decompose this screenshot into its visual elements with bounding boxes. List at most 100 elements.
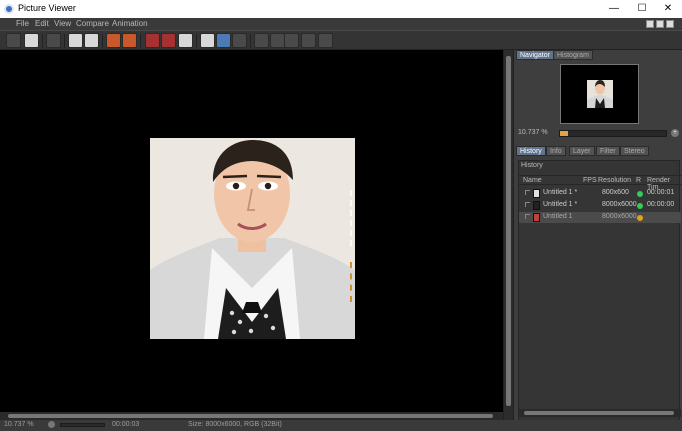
zoom-plus-icon[interactable]: + [671, 129, 679, 137]
film-strip-icon[interactable] [46, 33, 61, 48]
panel-icon[interactable] [656, 20, 664, 28]
history-thumb-icon [533, 213, 540, 222]
status-bar: 10.737 % 00:00:03 Size: 8000x6000, RGB (… [0, 420, 682, 431]
split-icon[interactable] [232, 33, 247, 48]
horizontal-scroll-thumb[interactable] [8, 414, 493, 418]
history-resolution: 8000x6000 [602, 201, 637, 208]
tab-navigator[interactable]: Navigator [516, 50, 554, 60]
tab-filter[interactable]: Filter [596, 146, 620, 156]
color-wheel-icon[interactable] [178, 33, 193, 48]
menu-compare[interactable]: Compare [76, 19, 109, 28]
history-panel: History Name FPS Resolution R Render Tim… [518, 160, 681, 426]
history-thumb-icon [533, 201, 540, 210]
history-scrollbar[interactable] [519, 409, 681, 417]
menu-animation[interactable]: Animation [112, 19, 148, 28]
channels-icon[interactable] [318, 33, 333, 48]
b-red-icon[interactable] [270, 33, 285, 48]
toolbar-divider [42, 34, 43, 48]
close-button[interactable]: ✕ [654, 0, 682, 18]
zoom-value: 10.737 % [518, 129, 548, 136]
history-name: Untitled 1 * [543, 201, 578, 208]
right-panel: Navigator Histogram 10.737 % + History I… [513, 50, 682, 431]
tab-histogram[interactable]: Histogram [553, 50, 593, 60]
app-logo-icon [4, 4, 14, 14]
layer-icon[interactable] [284, 33, 299, 48]
menu-edit[interactable]: Edit [35, 19, 49, 28]
window-title: Picture Viewer [18, 3, 76, 13]
maximize-button[interactable]: ☐ [628, 0, 656, 18]
menu-file[interactable]: File [16, 19, 29, 28]
expand-icon[interactable] [666, 20, 674, 28]
history-name: Untitled 1 [543, 213, 573, 220]
history-title: History [521, 162, 543, 169]
history-render-time: 00:00:01 [647, 189, 675, 196]
image-edge-orange-artifact [350, 262, 356, 302]
vertical-scroll-thumb[interactable] [506, 56, 511, 406]
status-dot-icon [637, 203, 643, 209]
history-resolution: 800x600 [602, 189, 629, 196]
tree-line-icon [525, 202, 530, 207]
status-zoom: 10.737 % [4, 421, 34, 428]
save-icon[interactable] [24, 33, 39, 48]
tab-history[interactable]: History [516, 146, 546, 156]
toolbar-divider [102, 34, 103, 48]
grid-icon[interactable] [301, 33, 316, 48]
column-name: Name [523, 177, 542, 184]
toolbar-divider [196, 34, 197, 48]
history-name: Untitled 1 * [543, 189, 578, 196]
vertical-scrollbar[interactable] [503, 50, 513, 420]
column-resolution: Resolution [598, 177, 632, 184]
ab-icon[interactable] [200, 33, 215, 48]
toolbar-divider [140, 34, 141, 48]
history-header: Name FPS Resolution R Render Tim [519, 175, 681, 191]
tab-info[interactable]: Info [546, 146, 566, 156]
photo-image [150, 138, 355, 339]
horizontal-scrollbar[interactable] [0, 412, 503, 420]
tree-line-icon [525, 214, 530, 219]
copy-icon[interactable] [106, 33, 121, 48]
history-scroll-thumb[interactable] [524, 411, 674, 415]
status-dot-icon [637, 191, 643, 197]
navigator-preview[interactable] [560, 64, 639, 124]
history-thumb-icon [533, 189, 540, 198]
move-icon[interactable] [68, 33, 83, 48]
history-row[interactable]: Untitled 1 * 800x600 00:00:01 [519, 188, 681, 199]
column-fps: FPS [583, 177, 597, 184]
zoom-slider-fill [560, 131, 569, 136]
history-row[interactable]: Untitled 1 * 8000x6000 00:00:00 [519, 200, 681, 211]
toolbar-divider [250, 34, 251, 48]
tab-stereo[interactable]: Stereo [620, 146, 649, 156]
open-folder-icon[interactable] [6, 33, 21, 48]
region-add-icon[interactable] [161, 33, 176, 48]
column-r: R [636, 177, 642, 184]
history-resolution: 8000x6000 [602, 213, 637, 220]
status-zoom-slider[interactable] [60, 423, 105, 427]
tree-line-icon [525, 190, 530, 195]
image-viewport[interactable] [0, 50, 503, 412]
user-icon[interactable] [84, 33, 99, 48]
portrait-thumb-icon [587, 80, 613, 108]
tab-layer[interactable]: Layer [569, 146, 595, 156]
status-dot-icon [637, 215, 643, 221]
a-red-icon[interactable] [254, 33, 269, 48]
status-zoom-icon[interactable] [48, 421, 55, 428]
title-bar: Picture Viewer — ☐ ✕ [0, 0, 682, 18]
status-time: 00:00:03 [112, 421, 140, 428]
portrait-icon [150, 138, 355, 339]
fit-icon[interactable] [216, 33, 231, 48]
navigator-thumbnail [587, 80, 613, 108]
minimize-button[interactable]: — [600, 0, 628, 18]
toolbar-divider [64, 34, 65, 48]
menu-view[interactable]: View [54, 19, 71, 28]
zoom-row: 10.737 % + [518, 128, 679, 139]
history-row-selected[interactable]: Untitled 1 8000x6000 [519, 212, 681, 223]
toolbar [0, 30, 682, 50]
image-edge-artifact [350, 190, 356, 246]
copy-alt-icon[interactable] [122, 33, 137, 48]
history-render-time: 00:00:00 [647, 201, 675, 208]
status-size: Size: 8000x6000, RGB (32Bit) [188, 421, 282, 428]
layout-icon[interactable] [646, 20, 654, 28]
menu-bar: File Edit View Compare Animation [0, 18, 682, 30]
zoom-slider[interactable] [559, 130, 667, 137]
region-icon[interactable] [145, 33, 160, 48]
